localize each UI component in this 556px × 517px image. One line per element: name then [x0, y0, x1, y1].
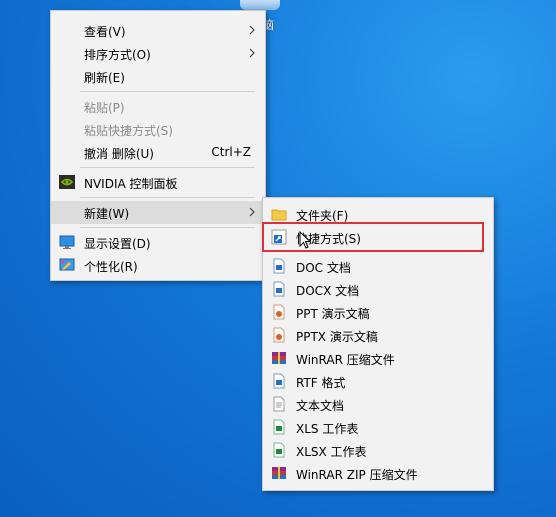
chevron-right-icon — [249, 48, 255, 58]
menu-item-view[interactable]: 查看(V) — [51, 19, 265, 42]
menu-item-label: DOC 文档 — [296, 261, 351, 275]
menu-item-label: RTF 格式 — [296, 376, 346, 390]
menu-item-label: XLSX 工作表 — [296, 445, 367, 459]
ppt-icon — [273, 304, 285, 320]
submenu-item-xlsx[interactable]: XLSX 工作表 — [263, 439, 493, 462]
highlight-annotation-box — [262, 222, 484, 252]
menu-item-label: 撤消 删除(U) — [84, 147, 154, 161]
submenu-item-rtf[interactable]: RTF 格式 — [263, 370, 493, 393]
folder-icon — [271, 209, 287, 221]
menu-item-label: NVIDIA 控制面板 — [84, 177, 178, 191]
submenu-item-docx[interactable]: DOCX 文档 — [263, 278, 493, 301]
shortcut-text: Ctrl+Z — [211, 145, 251, 159]
menu-item-label: PPT 演示文稿 — [296, 307, 370, 321]
submenu-item-winrar[interactable]: WinRAR 压缩文件 — [263, 347, 493, 370]
menu-separator — [80, 91, 255, 92]
menu-item-label: 个性化(R) — [84, 260, 138, 274]
menu-item-label: PPTX 演示文稿 — [296, 330, 378, 344]
menu-item-label: 排序方式(O) — [84, 48, 151, 62]
xls-icon — [273, 419, 285, 435]
word-doc-icon — [273, 258, 285, 274]
menu-item-refresh[interactable]: 刷新(E) — [51, 65, 265, 88]
mouse-cursor-icon — [299, 231, 312, 249]
menu-item-label: WinRAR ZIP 压缩文件 — [296, 468, 418, 482]
desktop-context-menu: 查看(V) 排序方式(O) 刷新(E) 粘贴(P) 粘贴快捷方式(S) 撤消 删… — [50, 10, 266, 281]
menu-item-undo-delete[interactable]: 撤消 删除(U) Ctrl+Z — [51, 141, 265, 164]
chevron-right-icon — [249, 207, 255, 217]
word-docx-icon — [273, 281, 285, 297]
desktop-icon[interactable] — [240, 0, 280, 10]
menu-item-label: 查看(V) — [84, 25, 126, 39]
menu-item-label: XLS 工作表 — [296, 422, 359, 436]
winrar-zip-icon — [272, 467, 286, 479]
chevron-right-icon — [249, 25, 255, 35]
display-icon — [59, 235, 75, 249]
text-file-icon — [273, 396, 285, 412]
menu-item-label: 文本文档 — [296, 399, 345, 413]
pptx-icon — [273, 327, 285, 343]
submenu-item-xls[interactable]: XLS 工作表 — [263, 416, 493, 439]
menu-separator — [80, 167, 255, 168]
menu-item-label: 粘贴快捷方式(S) — [84, 124, 173, 138]
submenu-item-winrar-zip[interactable]: WinRAR ZIP 压缩文件 — [263, 462, 493, 485]
menu-item-label: 刷新(E) — [84, 71, 125, 85]
menu-item-nvidia[interactable]: NVIDIA 控制面板 — [51, 171, 265, 194]
menu-item-sort[interactable]: 排序方式(O) — [51, 42, 265, 65]
menu-item-personalize[interactable]: 个性化(R) — [51, 254, 265, 277]
submenu-item-ppt[interactable]: PPT 演示文稿 — [263, 301, 493, 324]
nvidia-icon — [59, 175, 75, 189]
menu-item-label: DOCX 文档 — [296, 284, 360, 298]
menu-item-label: WinRAR 压缩文件 — [296, 353, 395, 367]
menu-item-paste[interactable]: 粘贴(P) — [51, 95, 265, 118]
submenu-item-pptx[interactable]: PPTX 演示文稿 — [263, 324, 493, 347]
menu-separator — [80, 197, 255, 198]
menu-item-label: 显示设置(D) — [84, 237, 151, 251]
menu-item-label: 新建(W) — [84, 207, 130, 221]
submenu-item-text[interactable]: 文本文档 — [263, 393, 493, 416]
xlsx-icon — [273, 442, 285, 458]
rtf-icon — [273, 373, 285, 389]
personalize-icon — [59, 258, 75, 271]
menu-item-display-settings[interactable]: 显示设置(D) — [51, 231, 265, 254]
menu-item-paste-shortcut[interactable]: 粘贴快捷方式(S) — [51, 118, 265, 141]
winrar-icon — [272, 352, 286, 364]
submenu-item-doc[interactable]: DOC 文档 — [263, 255, 493, 278]
menu-separator — [80, 227, 255, 228]
menu-item-new[interactable]: 新建(W) — [51, 201, 265, 224]
menu-item-label: 粘贴(P) — [84, 101, 125, 115]
